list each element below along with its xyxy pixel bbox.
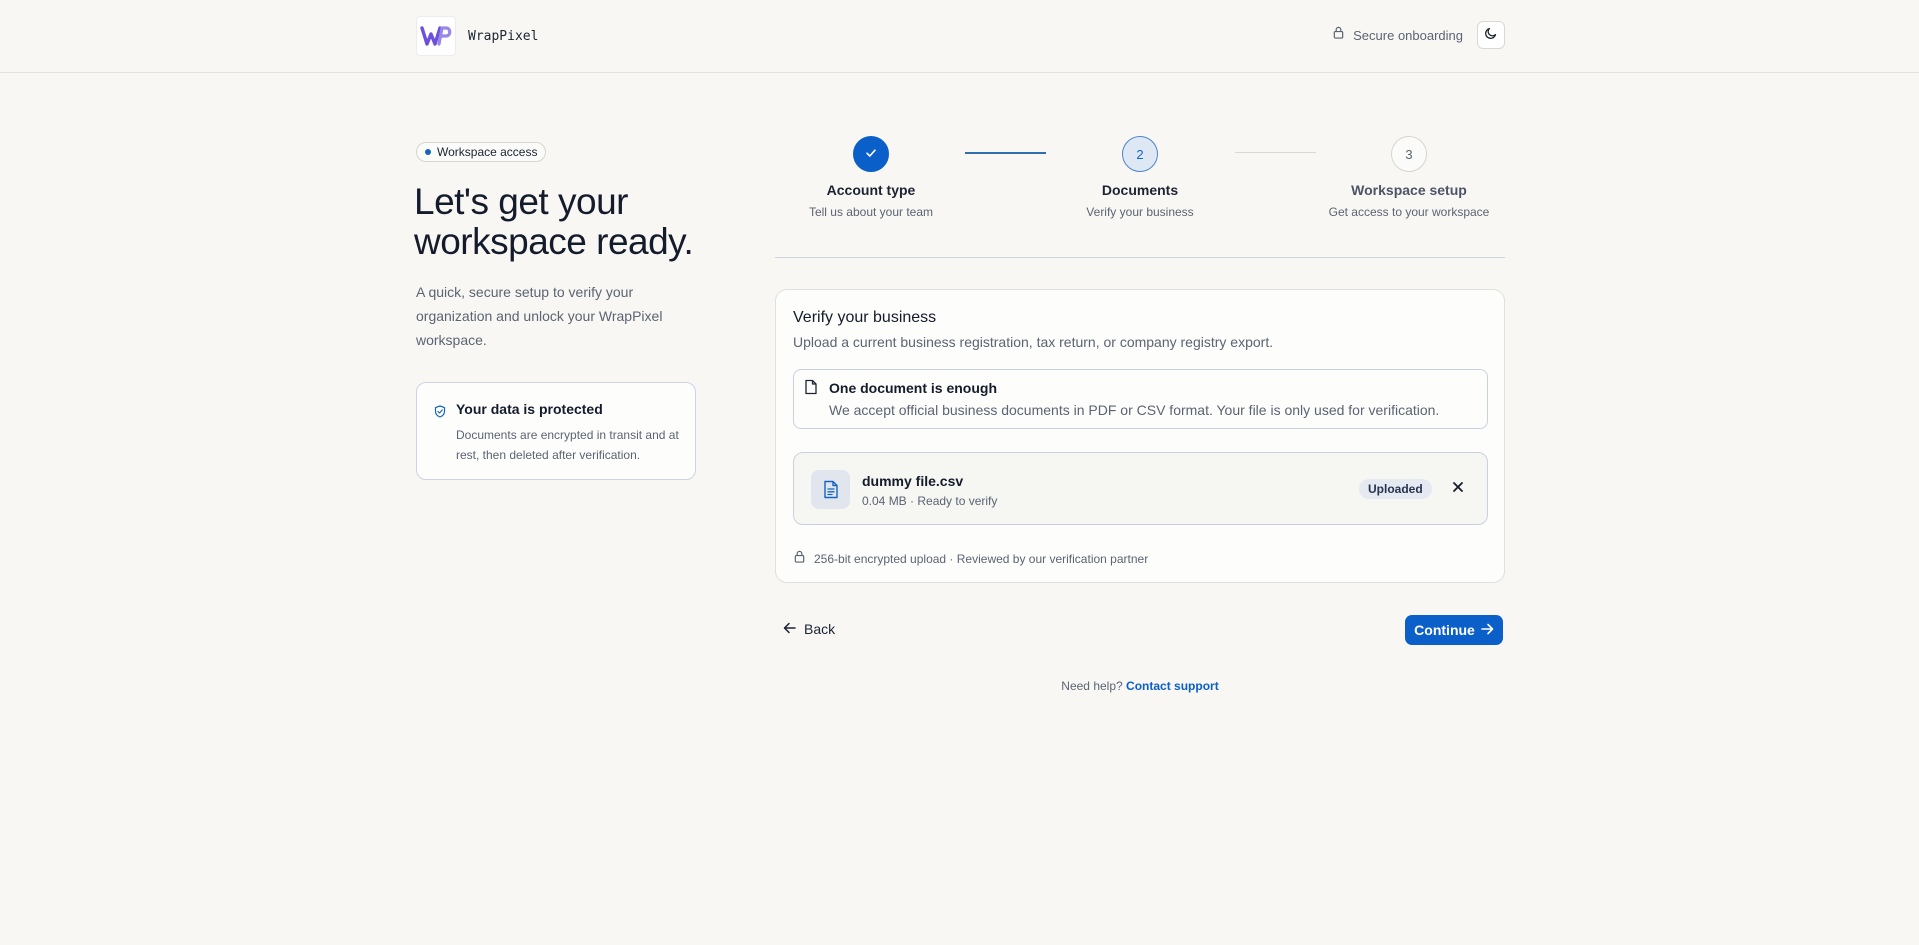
check-icon bbox=[864, 146, 878, 163]
back-button[interactable]: Back bbox=[783, 618, 835, 640]
page-title: Let's get your workspace ready. bbox=[414, 181, 694, 262]
notice-text: We accept official business documents in… bbox=[829, 402, 1440, 418]
secure-onboarding: Secure onboarding bbox=[1332, 21, 1505, 49]
workspace-access-badge: Workspace access bbox=[416, 142, 547, 162]
continue-label: Continue bbox=[1414, 622, 1475, 638]
step-3-title: Workspace setup bbox=[1351, 182, 1467, 198]
theme-toggle-button[interactable] bbox=[1477, 21, 1505, 49]
step-2-title: Documents bbox=[1101, 182, 1179, 198]
one-document-notice: One document is enough We accept officia… bbox=[793, 369, 1488, 429]
back-label: Back bbox=[804, 621, 836, 637]
lock-icon bbox=[1332, 26, 1345, 44]
status-badge: Uploaded bbox=[1359, 479, 1432, 499]
badge-dot bbox=[425, 149, 431, 155]
data-protected-card: Your data is protected Documents are enc… bbox=[416, 382, 696, 480]
shield-check-icon bbox=[434, 405, 446, 423]
badge-label: Workspace access bbox=[437, 145, 538, 159]
help-prefix: Need help? bbox=[1061, 679, 1123, 693]
protect-title: Your data is protected bbox=[456, 401, 603, 417]
brand[interactable]: WrapPixel bbox=[416, 16, 538, 56]
arrow-right-icon bbox=[1475, 622, 1494, 638]
encryption-note-text: 256-bit encrypted upload · Reviewed by o… bbox=[814, 552, 1149, 566]
step-3-description: Get access to your workspace bbox=[1328, 205, 1490, 219]
file-name: dummy file.csv bbox=[862, 473, 964, 489]
notice-title: One document is enough bbox=[829, 380, 998, 396]
step-2-circle: 2 bbox=[1122, 136, 1158, 172]
brand-name: WrapPixel bbox=[468, 28, 539, 44]
close-icon bbox=[1452, 480, 1464, 498]
stepper-divider bbox=[775, 257, 1505, 258]
encryption-note: 256-bit encrypted upload · Reviewed by o… bbox=[793, 550, 1148, 568]
top-bar: WrapPixel Secure onboarding bbox=[0, 0, 1919, 73]
step-documents[interactable]: 2 Documents Verify your business bbox=[1030, 136, 1250, 219]
wrappixel-logo-icon bbox=[416, 16, 456, 56]
moon-icon bbox=[1484, 26, 1498, 45]
step-3-circle: 3 bbox=[1391, 136, 1427, 172]
uploaded-file-row: dummy file.csv 0.04 MB · Ready to verify… bbox=[793, 452, 1488, 525]
verify-business-card: Verify your business Upload a current bu… bbox=[775, 289, 1505, 583]
contact-support-link[interactable]: Contact support bbox=[1126, 679, 1219, 693]
secure-onboarding-label: Secure onboarding bbox=[1353, 27, 1463, 43]
step-1-description: Tell us about your team bbox=[808, 205, 934, 219]
help-row: Need help? Contact support bbox=[775, 679, 1505, 693]
step-account-type[interactable]: Account type Tell us about your team bbox=[761, 136, 981, 219]
file-text-icon bbox=[811, 470, 850, 509]
verify-subtitle: Upload a current business registration, … bbox=[793, 334, 1274, 350]
document-icon bbox=[804, 379, 818, 400]
step-1-circle bbox=[853, 136, 889, 172]
file-meta: 0.04 MB · Ready to verify bbox=[862, 494, 998, 508]
step-2-description: Verify your business bbox=[1086, 205, 1194, 219]
remove-file-button[interactable] bbox=[1448, 479, 1468, 499]
step-1-title: Account type bbox=[826, 182, 916, 198]
verify-title: Verify your business bbox=[793, 309, 937, 326]
protect-text: Documents are encrypted in transit and a… bbox=[456, 428, 679, 462]
page-subtitle: A quick, secure setup to verify your org… bbox=[416, 284, 663, 348]
step-workspace-setup[interactable]: 3 Workspace setup Get access to your wor… bbox=[1299, 136, 1519, 219]
continue-button[interactable]: Continue bbox=[1405, 615, 1503, 645]
lock-icon bbox=[793, 550, 806, 568]
arrow-left-icon bbox=[783, 621, 796, 637]
